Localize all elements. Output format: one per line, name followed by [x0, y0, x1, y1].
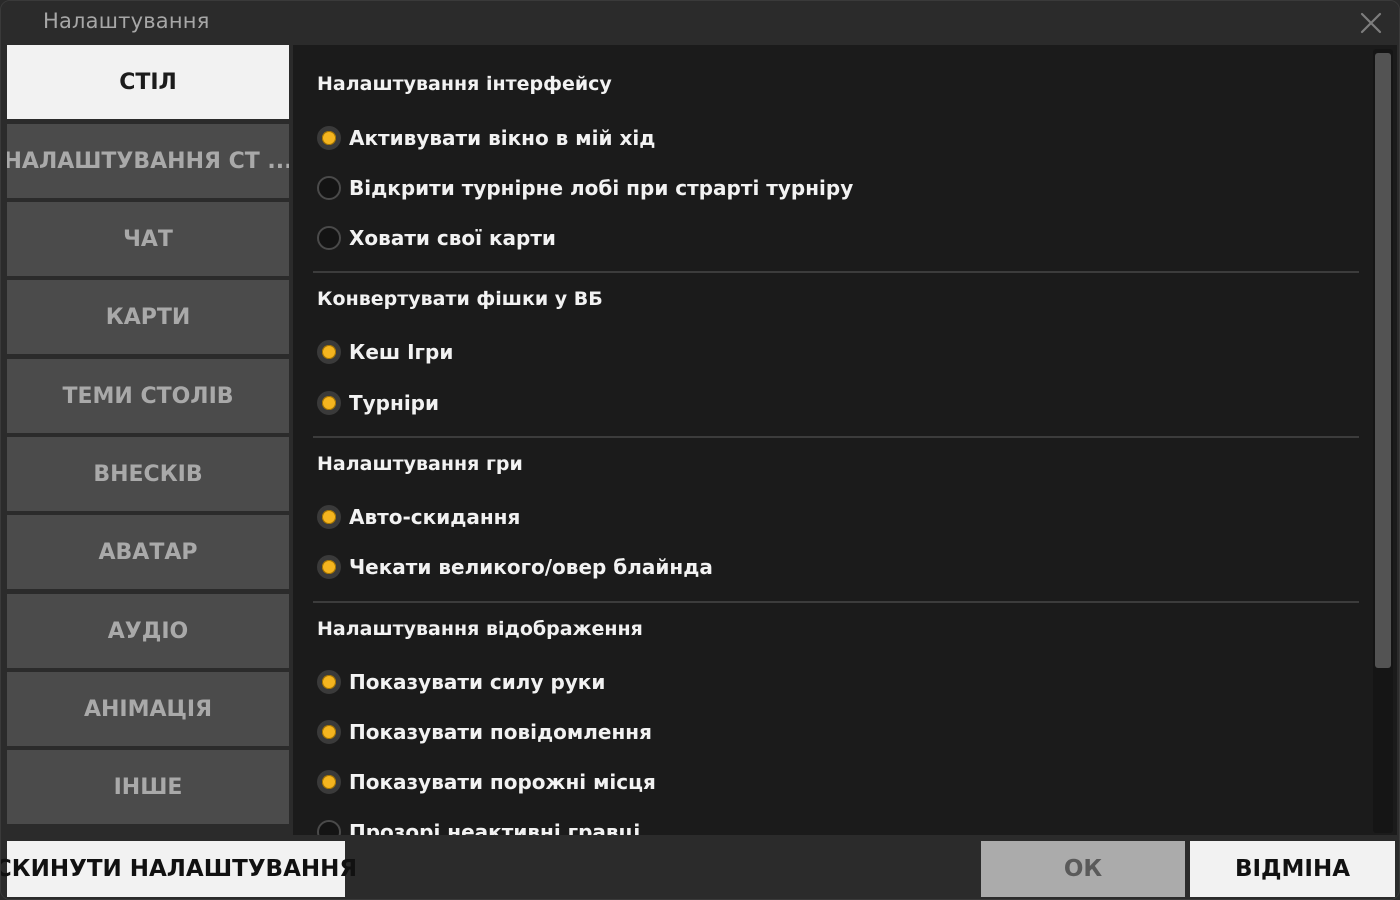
radio-button[interactable] [317, 226, 341, 250]
option-tournaments[interactable]: Турніри [317, 388, 439, 418]
sidebar-item-chat[interactable]: ЧАТ [7, 202, 289, 276]
option-hide-cards[interactable]: Ховати свої карти [317, 223, 556, 253]
radio-button-checked[interactable] [317, 720, 341, 744]
sidebar-item-label: ВНЕСКІВ [93, 461, 203, 487]
radio-button-checked[interactable] [317, 340, 341, 364]
sidebar-item-audio[interactable]: АУДІО [7, 594, 289, 668]
radio-button-checked[interactable] [317, 391, 341, 415]
sidebar-item-label: КАРТИ [105, 304, 191, 330]
option-show-empty-seats[interactable]: Показувати порожні місця [317, 767, 656, 797]
option-label: Показувати силу руки [349, 670, 606, 694]
section-title-game: Налаштування гри [317, 453, 523, 475]
cancel-button[interactable]: ВІДМІНА [1190, 841, 1395, 897]
close-icon[interactable] [1357, 9, 1385, 37]
sidebar-item-label: АНІМАЦІЯ [83, 696, 213, 722]
option-label: Кеш Ігри [349, 340, 454, 364]
sidebar-item-label: ЧАТ [123, 226, 173, 252]
option-transparent-inactive-players[interactable]: Прозорі неактивні гравці [317, 817, 640, 835]
radio-button[interactable] [317, 176, 341, 200]
radio-button-checked[interactable] [317, 670, 341, 694]
scrollbar-track[interactable] [1373, 49, 1393, 833]
settings-panel: Налаштування інтерфейсу Активувати вікно… [293, 45, 1397, 835]
sidebar-item-label: АУДІО [107, 618, 189, 644]
dialog-footer: СКИНУТИ НАЛАШТУВАННЯ ОК ВІДМІНА [1, 835, 1399, 899]
sidebar-item-table-settings[interactable]: НАЛАШТУВАННЯ СТ ... [7, 124, 289, 198]
option-label: Ховати свої карти [349, 226, 556, 250]
option-activate-window[interactable]: Активувати вікно в мій хід [317, 123, 655, 153]
reset-settings-button[interactable]: СКИНУТИ НАЛАШТУВАННЯ [1, 841, 357, 897]
option-label: Прозорі неактивні гравці [349, 820, 641, 835]
sidebar-item-animation[interactable]: АНІМАЦІЯ [7, 672, 289, 746]
sidebar-item-label: АВАТАР [98, 539, 198, 565]
sidebar-item-deposits[interactable]: ВНЕСКІВ [7, 437, 289, 511]
ok-button[interactable]: ОК [981, 841, 1185, 897]
radio-button-checked[interactable] [317, 126, 341, 150]
section-divider [313, 601, 1359, 603]
settings-dialog: Налаштування СТІЛ НАЛАШТУВАННЯ СТ ... ЧА… [0, 0, 1400, 900]
sidebar-item-avatar[interactable]: АВАТАР [7, 515, 289, 589]
radio-button-checked[interactable] [317, 505, 341, 529]
option-label: Показувати порожні місця [349, 770, 656, 794]
option-label: Чекати великого/овер блайнда [349, 555, 713, 579]
option-cash-games[interactable]: Кеш Ігри [317, 337, 453, 367]
sidebar-item-cards[interactable]: КАРТИ [7, 280, 289, 354]
section-divider [313, 271, 1359, 273]
option-label: Відкрити турнірне лобі при страрті турні… [349, 176, 854, 200]
radio-button-checked[interactable] [317, 555, 341, 579]
radio-button[interactable] [317, 820, 341, 835]
option-label: Авто-скидання [349, 505, 521, 529]
option-label: Активувати вікно в мій хід [349, 126, 656, 150]
title-bar: Налаштування [1, 1, 1399, 45]
section-title-interface: Налаштування інтерфейсу [317, 73, 612, 95]
category-sidebar: СТІЛ НАЛАШТУВАННЯ СТ ... ЧАТ КАРТИ ТЕМИ … [7, 45, 289, 835]
option-show-notifications[interactable]: Показувати повідомлення [317, 717, 652, 747]
sidebar-item-other[interactable]: ІНШЕ [7, 750, 289, 824]
scrollbar-thumb[interactable] [1375, 53, 1391, 668]
window-title: Налаштування [43, 9, 210, 33]
sidebar-item-label: НАЛАШТУВАННЯ СТ ... [7, 148, 289, 174]
section-title-convert-chips: Конвертувати фішки у ВБ [317, 288, 603, 310]
radio-button-checked[interactable] [317, 770, 341, 794]
sidebar-item-label: СТІЛ [119, 69, 177, 95]
section-divider [313, 436, 1359, 438]
option-auto-fold[interactable]: Авто-скидання [317, 502, 520, 532]
sidebar-item-table[interactable]: СТІЛ [7, 45, 289, 119]
sidebar-item-label: ІНШЕ [113, 774, 183, 800]
option-label: Турніри [349, 391, 439, 415]
option-wait-big-blind[interactable]: Чекати великого/овер блайнда [317, 552, 713, 582]
section-title-display: Налаштування відображення [317, 618, 643, 640]
option-open-tournament-lobby[interactable]: Відкрити турнірне лобі при страрті турні… [317, 173, 853, 203]
sidebar-item-table-themes[interactable]: ТЕМИ СТОЛІВ [7, 359, 289, 433]
option-label: Показувати повідомлення [349, 720, 652, 744]
sidebar-item-label: ТЕМИ СТОЛІВ [62, 383, 234, 409]
option-show-hand-strength[interactable]: Показувати силу руки [317, 667, 605, 697]
